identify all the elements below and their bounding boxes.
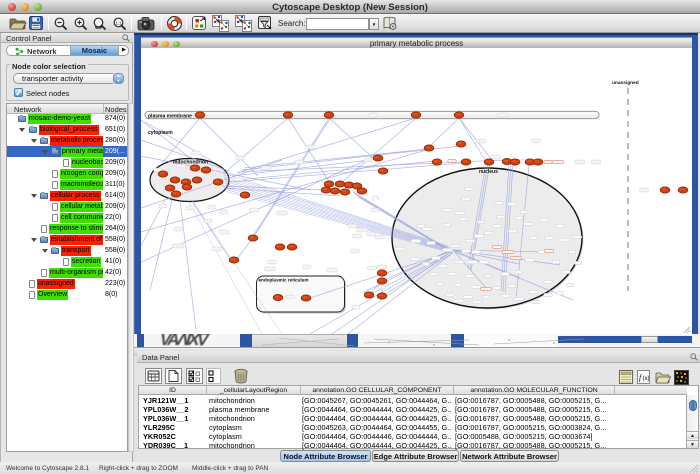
svg-text:endoplasmic reticulum: endoplasmic reticulum bbox=[259, 278, 309, 283]
svg-text:cytoplasm: cytoplasm bbox=[148, 130, 173, 136]
svg-text:unassigned: unassigned bbox=[612, 80, 639, 86]
svg-text:(x): (x) bbox=[643, 376, 650, 382]
svg-text:1:1: 1:1 bbox=[115, 20, 122, 25]
svg-text:nucleus: nucleus bbox=[479, 169, 498, 175]
svg-text:plasma membrane: plasma membrane bbox=[148, 114, 192, 120]
svg-text:mitochondrion: mitochondrion bbox=[173, 160, 208, 166]
